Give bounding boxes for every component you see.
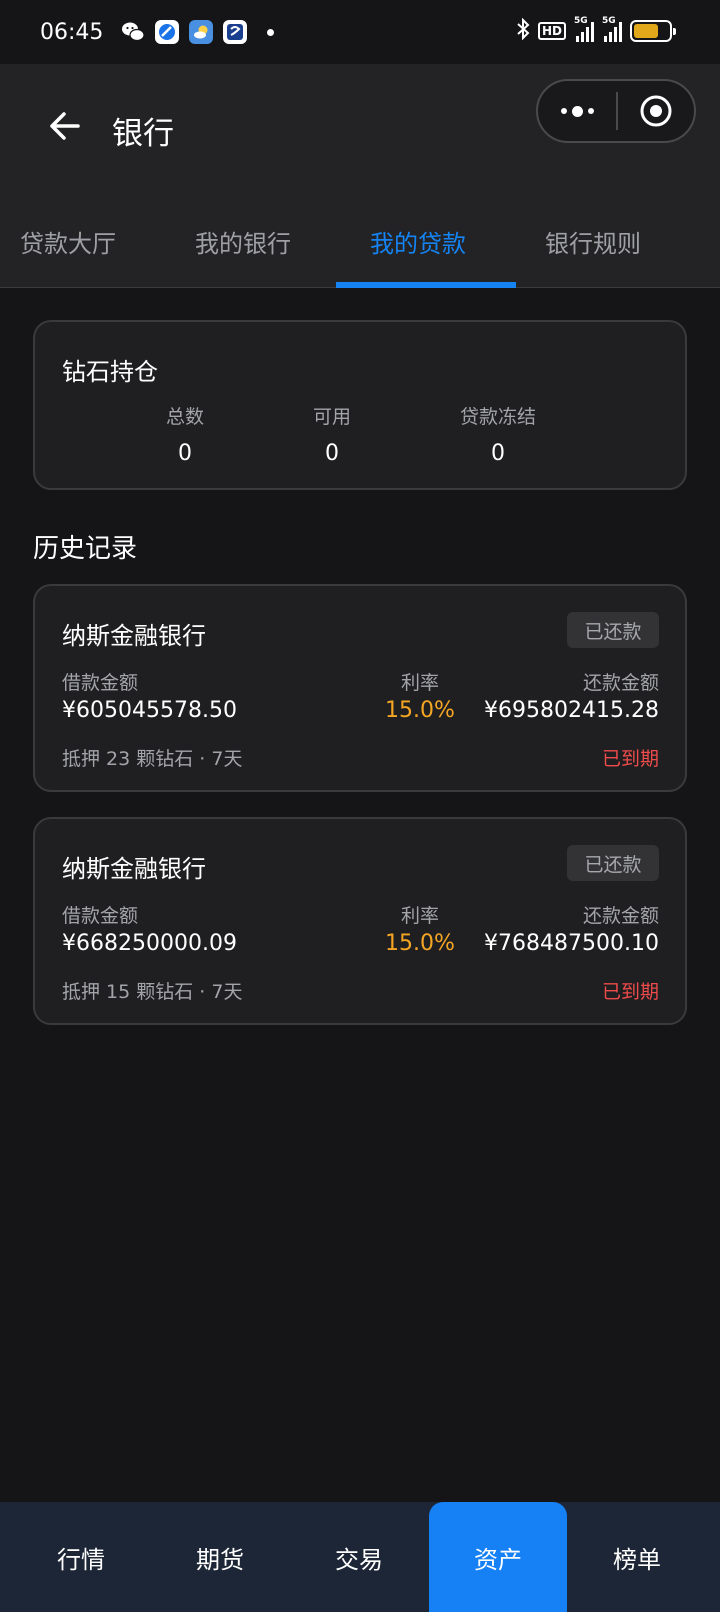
bank-name: 纳斯金融银行 [62,855,206,883]
loan-amount-label: 借款金额 [62,672,139,694]
stat-value: 0 [325,441,339,466]
tab-bank-rules[interactable]: 银行规则 [545,224,641,259]
active-tab-indicator [336,282,516,288]
loan-amount-label: 借款金额 [62,905,139,927]
miniprogram-capsule [536,79,696,143]
stat-value: 0 [491,441,505,466]
loan-record-card[interactable]: 纳斯金融银行 已还款 借款金额 ¥605045578.50 利率 15.0% 还… [33,584,687,792]
stat-value: 0 [178,441,192,466]
nav-leaderboard[interactable]: 榜单 [568,1502,706,1612]
page-title: 银行 [112,116,174,152]
bank-app-icon [223,20,248,44]
bluetooth-icon [516,17,530,44]
more-menu-button[interactable] [538,81,616,141]
weather-app-icon [189,20,214,44]
target-close-icon [640,95,672,127]
back-button[interactable] [44,106,84,146]
nav-futures[interactable]: 期货 [151,1502,289,1612]
tab-my-bank[interactable]: 我的银行 [195,224,291,259]
stat-frozen: 贷款冻结 0 [418,402,578,466]
system-indicators: HD 5G 5G [516,16,676,44]
stat-label: 可用 [312,406,351,428]
signal-icon-1: 5G [574,16,594,42]
loan-amount-value: ¥668250000.09 [62,931,237,956]
diamond-holdings-card: 钻石持仓 总数 0 可用 0 贷款冻结 0 [33,320,687,490]
bottom-navigation: 行情 期货 交易 资产 榜单 [0,1502,720,1612]
nav-assets[interactable]: 资产 [429,1502,567,1612]
stat-label: 总数 [165,406,204,428]
back-arrow-icon [50,112,80,140]
tab-my-loans[interactable]: 我的贷款 [370,224,466,259]
close-miniprogram-button[interactable] [618,81,694,141]
rate-value: 15.0% [385,698,455,723]
collateral-note: 抵押 23 颗钻石 · 7天 [62,748,243,770]
loan-record-card[interactable]: 纳斯金融银行 已还款 借款金额 ¥668250000.09 利率 15.0% 还… [33,817,687,1025]
holdings-title: 钻石持仓 [62,358,158,386]
browser-app-icon [155,20,180,44]
stat-available: 可用 0 [252,402,412,466]
status-badge: 已还款 [567,612,659,648]
collateral-note: 抵押 15 颗钻石 · 7天 [62,981,243,1003]
stat-label: 贷款冻结 [459,406,536,428]
history-title: 历史记录 [33,534,138,564]
status-bar: 06:45 HD 5G 5G [0,0,720,64]
repay-amount-label: 还款金额 [582,672,659,694]
stat-total: 总数 0 [105,402,265,466]
notification-icons [121,20,275,44]
status-time: 06:45 [40,19,104,45]
repay-amount-value: ¥768487500.10 [484,931,659,956]
expiry-status: 已到期 [601,981,659,1003]
nav-trade[interactable]: 交易 [290,1502,428,1612]
rate-label: 利率 [400,672,439,694]
app-header: 银行 [0,64,720,186]
loan-amount-value: ¥605045578.50 [62,698,237,723]
repay-amount-label: 还款金额 [582,905,659,927]
tab-bar: 贷款大厅 我的银行 我的贷款 银行规则 [0,186,720,288]
rate-label: 利率 [400,905,439,927]
battery-icon [630,20,676,42]
signal-icon-2: 5G [602,16,622,42]
expiry-status: 已到期 [601,748,659,770]
more-notifications-dot [267,28,275,36]
rate-value: 15.0% [385,931,455,956]
repay-amount-value: ¥695802415.28 [484,698,659,723]
hd-voice-icon: HD [537,22,566,40]
bank-name: 纳斯金融银行 [62,622,206,650]
status-badge: 已还款 [567,845,659,881]
wechat-icon [121,20,146,44]
nav-market[interactable]: 行情 [12,1502,150,1612]
bank-screen: 06:45 HD 5G 5G 银行 贷款大厅 我的银行 我的贷款 银行规则 钻石… [0,0,720,1612]
tab-loan-hall[interactable]: 贷款大厅 [20,224,116,259]
